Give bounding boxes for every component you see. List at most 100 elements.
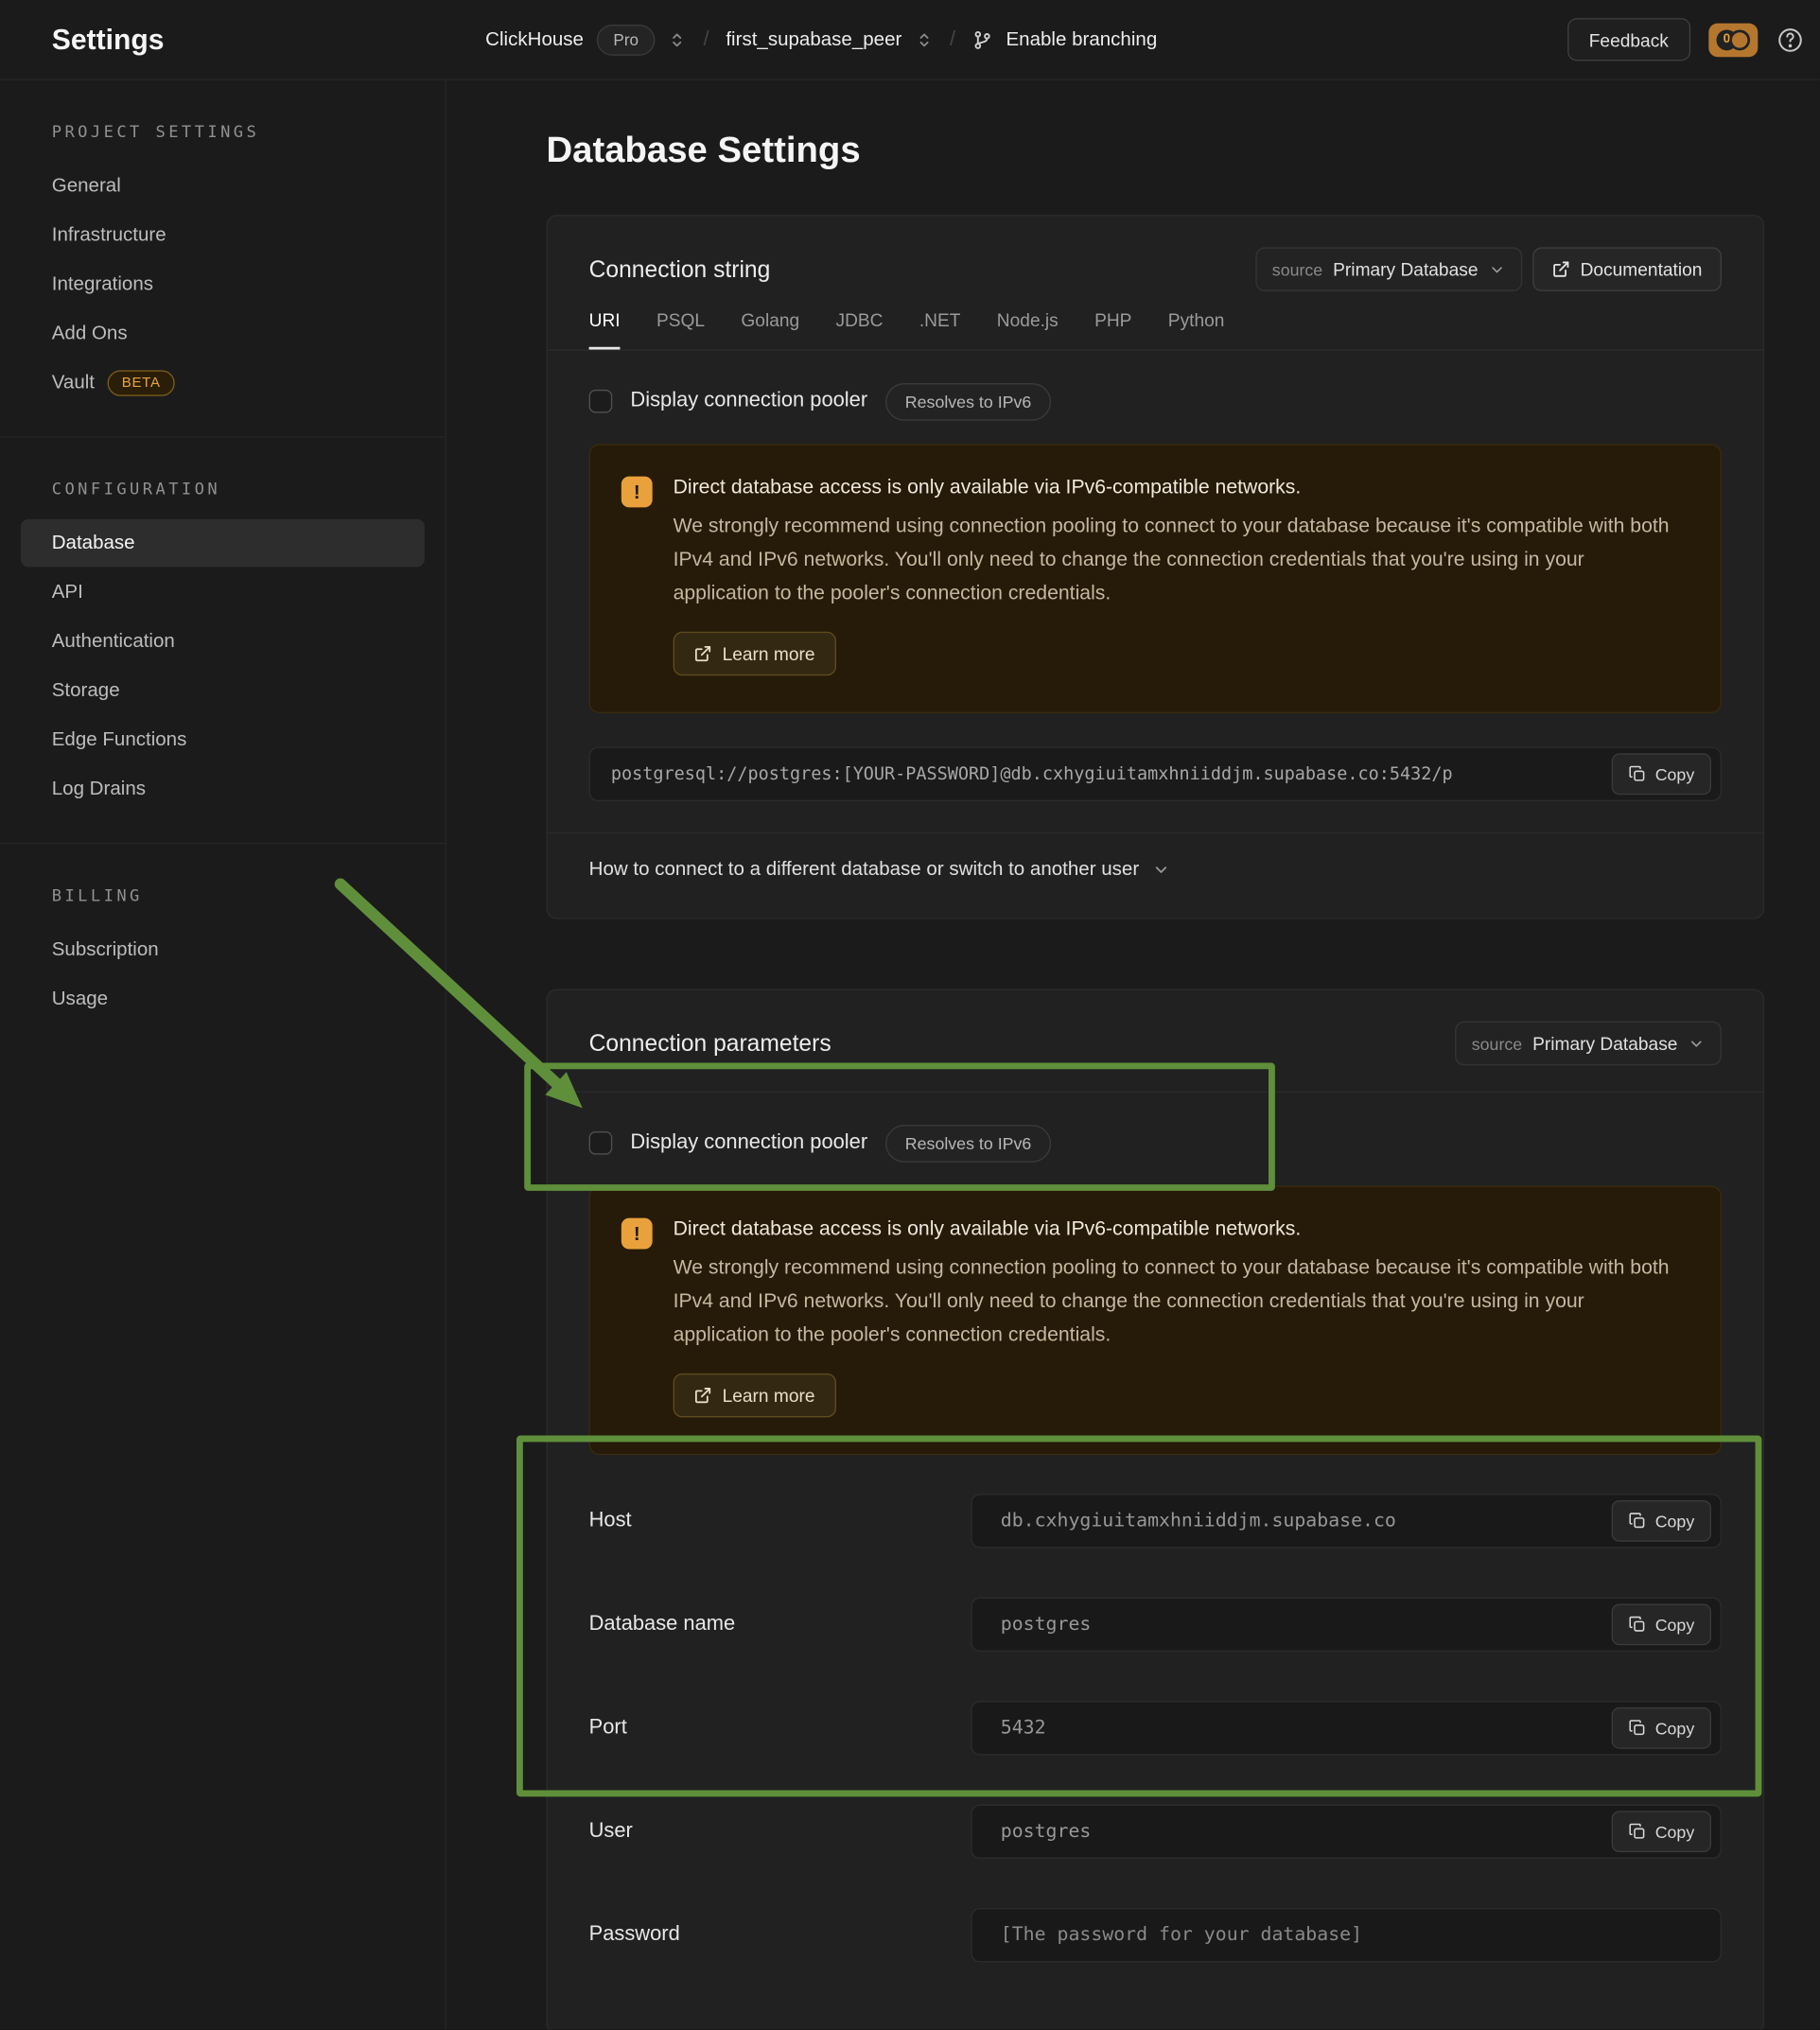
sidebar-section-project-settings: PROJECT SETTINGS General Infrastructure … [0,80,446,436]
copy-icon [1628,1616,1646,1634]
copy-port-button[interactable]: Copy [1611,1707,1711,1749]
copy-label: Copy [1655,1822,1695,1842]
documentation-label: Documentation [1581,259,1703,280]
source-label: source [1472,1034,1522,1054]
host-field[interactable]: db.cxhygiuitamxhniiddjm.supabase.co [971,1494,1722,1548]
learn-more-label: Learn more [723,1385,815,1406]
help-icon[interactable] [1776,26,1804,54]
documentation-button[interactable]: Documentation [1532,247,1722,291]
top-bar-right: Feedback 0 [1566,18,1804,61]
sidebar-item-label: Vault [52,372,95,394]
alert-icon: ! [621,477,653,508]
top-bar: Settings ClickHouse Pro / first_supabase… [0,0,1820,80]
app-window: Settings ClickHouse Pro / first_supabase… [0,0,1820,2030]
breadcrumb-separator: / [703,27,709,51]
source-select[interactable]: source Primary Database [1455,1022,1722,1066]
copy-icon [1628,1823,1646,1841]
sidebar-item-database[interactable]: Database [21,519,425,568]
org-plan-badge: Pro [597,24,656,55]
warning-body: We strongly recommend using connection p… [674,510,1671,611]
connection-uri-field[interactable]: postgresql://postgres:[YOUR-PASSWORD]@db… [589,747,1722,801]
param-label: Database name [589,1613,971,1636]
tab-php[interactable]: PHP [1094,309,1131,349]
display-pooler-checkbox[interactable] [589,390,613,413]
port-field[interactable]: 5432 [971,1701,1722,1755]
sidebar-section-configuration: CONFIGURATION Database API Authenticatio… [0,436,446,843]
database-name-field[interactable]: postgres [971,1598,1722,1652]
org-avatar[interactable]: 0 [1708,23,1758,57]
chevron-down-icon [1152,860,1170,878]
connection-parameters-card: Connection parameters source Primary Dat… [546,989,1764,2029]
connect-help-toggle[interactable]: How to connect to a different database o… [548,832,1763,910]
sidebar-item-log-drains[interactable]: Log Drains [21,765,425,814]
main-panel: Database Settings Connection string sour… [447,80,1820,2030]
copy-label: Copy [1655,1512,1695,1531]
sidebar-item-integrations[interactable]: Integrations [21,260,425,308]
sidebar-item-add-ons[interactable]: Add Ons [21,309,425,358]
tab-golang[interactable]: Golang [741,309,799,349]
user-field[interactable]: postgres [971,1805,1722,1859]
feedback-button[interactable]: Feedback [1566,18,1690,61]
ipv6-warning-panel: ! Direct database access is only availab… [589,444,1722,713]
source-value: Primary Database [1333,259,1478,280]
sidebar-item-general[interactable]: General [21,162,425,210]
ipv6-warning-panel: ! Direct database access is only availab… [589,1185,1722,1455]
connection-string-tabs: URI PSQL Golang JDBC .NET Node.js PHP Py… [548,309,1763,351]
source-select[interactable]: source Primary Database [1255,247,1522,291]
param-row-password: Password [The password for your database… [589,1908,1722,1962]
display-pooler-checkbox[interactable] [589,1131,613,1155]
page-title: Settings [52,23,446,57]
alert-icon: ! [621,1218,653,1250]
copy-label: Copy [1655,764,1695,784]
tab-jdbc[interactable]: JDBC [835,309,883,349]
copy-database-name-button[interactable]: Copy [1611,1603,1711,1645]
param-label: User [589,1820,971,1844]
source-value: Primary Database [1532,1033,1677,1054]
tab-psql[interactable]: PSQL [656,309,705,349]
beta-badge: BETA [108,370,175,395]
external-link-icon [693,644,711,662]
param-label: Port [589,1716,971,1740]
chevrons-up-down-icon[interactable] [669,30,687,48]
connection-string-card: Connection string source Primary Databas… [546,215,1764,919]
copy-user-button[interactable]: Copy [1611,1811,1711,1852]
sidebar-item-usage[interactable]: Usage [21,974,425,1023]
enable-branching-button[interactable]: Enable branching [1006,28,1157,50]
tab-nodejs[interactable]: Node.js [997,309,1059,349]
settings-sidebar: PROJECT SETTINGS General Infrastructure … [0,80,446,2030]
tab-uri[interactable]: URI [589,309,621,349]
learn-more-button[interactable]: Learn more [674,632,836,676]
learn-more-button[interactable]: Learn more [674,1374,836,1418]
password-field[interactable]: [The password for your database] [971,1908,1722,1962]
chevrons-up-down-icon[interactable] [915,30,933,48]
source-label: source [1272,259,1322,279]
param-row-host: Host db.cxhygiuitamxhniiddjm.supabase.co… [589,1494,1722,1548]
copy-icon [1628,765,1646,783]
copy-host-button[interactable]: Copy [1611,1500,1711,1542]
warning-title: Direct database access is only available… [674,477,1671,500]
tab-python[interactable]: Python [1168,309,1225,349]
display-pooler-label: Display connection pooler [630,1131,867,1155]
sidebar-item-api[interactable]: API [21,569,425,617]
sidebar-item-vault[interactable]: Vault BETA [21,359,425,407]
sidebar-item-storage[interactable]: Storage [21,667,425,715]
param-row-port: Port 5432 Copy [589,1701,1722,1755]
section-title: PROJECT SETTINGS [52,122,446,142]
copy-uri-button[interactable]: Copy [1611,753,1711,795]
sidebar-item-subscription[interactable]: Subscription [21,925,425,973]
breadcrumb-project[interactable]: first_supabase_peer [726,28,901,50]
sidebar-item-infrastructure[interactable]: Infrastructure [21,211,425,259]
breadcrumb-org[interactable]: ClickHouse [485,28,584,50]
sidebar-item-edge-functions[interactable]: Edge Functions [21,716,425,764]
database-settings-title: Database Settings [546,130,1764,171]
copy-label: Copy [1655,1719,1695,1739]
copy-label: Copy [1655,1615,1695,1635]
section-title: CONFIGURATION [52,479,446,499]
section-title: BILLING [52,885,446,905]
connect-help-label: How to connect to a different database o… [589,858,1140,880]
tab-dotnet[interactable]: .NET [919,309,961,349]
copy-icon [1628,1719,1646,1737]
warning-body: We strongly recommend using connection p… [674,1251,1671,1353]
sidebar-section-billing: BILLING Subscription Usage [0,843,446,1053]
sidebar-item-authentication[interactable]: Authentication [21,618,425,666]
